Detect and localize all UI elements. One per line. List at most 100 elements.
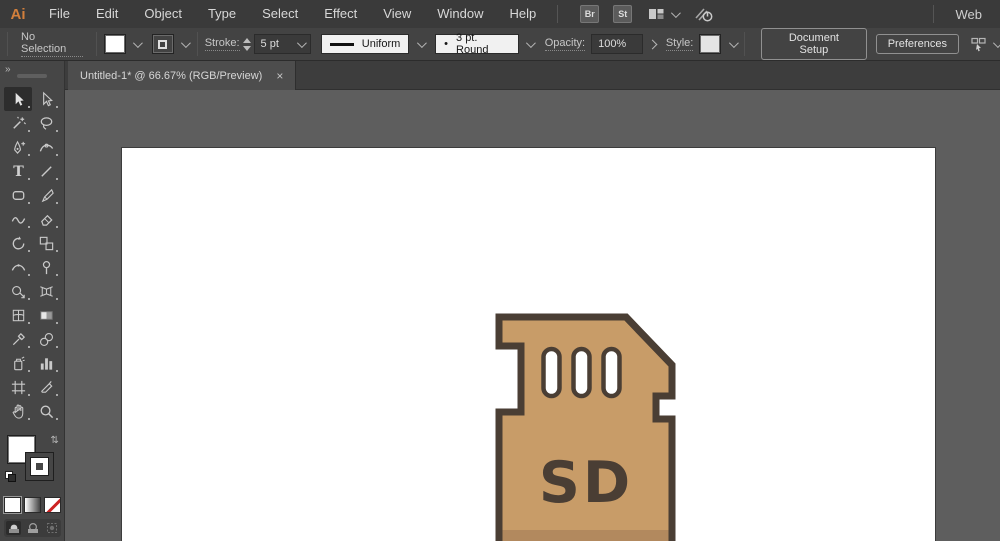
bridge-button[interactable]: Br <box>580 5 600 23</box>
workspace-switcher[interactable]: Web <box>925 5 1000 23</box>
stroke-weight-input[interactable]: 5 pt <box>253 34 312 54</box>
collapse-panel-button[interactable]: » <box>5 64 10 75</box>
direct-selection-tool[interactable] <box>32 87 60 111</box>
hand-tool[interactable] <box>4 399 32 423</box>
default-fill-stroke-icon[interactable] <box>5 471 17 483</box>
fill-color-swatch[interactable] <box>104 34 126 54</box>
selection-tool[interactable] <box>4 87 32 111</box>
menu-item-edit[interactable]: Edit <box>83 0 131 28</box>
stroke-weight-stepper[interactable] <box>242 34 251 54</box>
menu-item-file[interactable]: File <box>36 0 83 28</box>
brush-definition-chevron[interactable] <box>519 34 537 54</box>
chevron-down-icon <box>526 37 537 48</box>
mesh-tool[interactable] <box>4 303 32 327</box>
separator <box>557 5 559 23</box>
width-tool[interactable] <box>4 255 32 279</box>
stock-button[interactable]: St <box>613 5 633 23</box>
gradient-tool[interactable] <box>32 303 60 327</box>
tab-close-button[interactable]: × <box>276 70 283 82</box>
stroke-label[interactable]: Stroke: <box>204 37 240 51</box>
separator <box>7 32 8 56</box>
width-profile-dropdown[interactable]: Uniform <box>321 34 410 54</box>
opacity-arrow-icon[interactable] <box>647 39 658 49</box>
zoom-tool[interactable] <box>32 399 60 423</box>
style-label[interactable]: Style: <box>665 37 694 51</box>
opacity-label[interactable]: Opacity: <box>544 37 586 51</box>
draw-inside-button[interactable] <box>44 521 59 535</box>
stepper-down-icon[interactable] <box>242 45 251 51</box>
separator <box>96 32 98 56</box>
shape-builder-tool[interactable] <box>4 279 32 303</box>
canvas-pasteboard[interactable]: SD <box>66 90 1000 541</box>
stroke-color-control[interactable] <box>25 452 54 481</box>
sd-card-label: SD <box>539 450 633 516</box>
slice-tool[interactable] <box>32 375 60 399</box>
chevron-down-icon <box>728 37 739 48</box>
puppet-warp-tool[interactable] <box>32 255 60 279</box>
gradient-mode-button[interactable] <box>24 497 41 513</box>
opacity-input[interactable]: 100% <box>591 34 643 54</box>
selection-status: No Selection <box>21 31 84 57</box>
eraser-tool[interactable] <box>32 207 60 231</box>
width-profile-value: Uniform <box>361 38 401 50</box>
color-mode-button[interactable] <box>4 497 21 513</box>
panel-grip[interactable] <box>17 74 47 78</box>
draw-normal-button[interactable] <box>6 521 21 535</box>
paintbrush-tool[interactable] <box>32 183 60 207</box>
rotate-tool[interactable] <box>4 231 32 255</box>
gpu-performance-icon <box>695 7 713 21</box>
style-swatch[interactable] <box>699 34 722 54</box>
menu-item-view[interactable]: View <box>370 0 424 28</box>
eyedropper-tool[interactable] <box>4 327 32 351</box>
select-similar-button[interactable] <box>971 37 1000 52</box>
workspace-label[interactable]: Web <box>942 7 1000 22</box>
menu-item-help[interactable]: Help <box>496 0 549 28</box>
magic-wand-tool[interactable] <box>4 111 32 135</box>
tools-panel: » T ⇄ <box>0 61 65 541</box>
menu-item-select[interactable]: Select <box>249 0 311 28</box>
document-setup-button[interactable]: Document Setup <box>761 28 867 60</box>
menu-items: File Edit Object Type Select Effect View Window… <box>36 0 549 28</box>
draw-behind-button[interactable] <box>25 521 40 535</box>
scale-tool[interactable] <box>32 231 60 255</box>
menu-item-effect[interactable]: Effect <box>311 0 370 28</box>
swap-fill-stroke-icon[interactable]: ⇄ <box>48 435 59 443</box>
artboard-tool[interactable] <box>4 375 32 399</box>
none-mode-button[interactable] <box>44 497 61 513</box>
artboard[interactable]: SD <box>122 148 935 541</box>
separator <box>744 32 746 56</box>
preferences-button[interactable]: Preferences <box>875 34 960 54</box>
arrange-documents-button[interactable] <box>648 7 682 21</box>
menu-item-window[interactable]: Window <box>424 0 496 28</box>
chevron-down-icon <box>671 7 682 18</box>
blend-tool[interactable] <box>32 327 60 351</box>
symbol-sprayer-tool[interactable] <box>4 351 32 375</box>
stroke-indicator-icon <box>158 39 168 49</box>
shaper-tool[interactable] <box>4 207 32 231</box>
line-segment-tool[interactable] <box>32 159 60 183</box>
fill-color-dropdown[interactable] <box>126 34 144 54</box>
stroke-color-swatch[interactable] <box>151 34 174 54</box>
sd-card-artwork[interactable]: SD <box>486 306 686 541</box>
stepper-up-icon[interactable] <box>242 37 251 43</box>
stroke-color-dropdown[interactable] <box>174 34 192 54</box>
chevron-down-icon <box>992 37 1000 48</box>
menu-item-type[interactable]: Type <box>195 0 249 28</box>
control-bar: No Selection Stroke: 5 pt Uniform • 3 pt… <box>0 28 1000 61</box>
lasso-tool[interactable] <box>32 111 60 135</box>
pen-tool[interactable] <box>4 135 32 159</box>
brush-definition-value: 3 pt. Round <box>456 32 489 56</box>
style-dropdown[interactable] <box>721 34 739 54</box>
width-profile-chevron[interactable] <box>409 34 427 54</box>
rectangle-tool[interactable] <box>4 183 32 207</box>
draw-inside-icon <box>46 523 57 533</box>
gpu-performance-button[interactable] <box>694 6 714 23</box>
menu-item-object[interactable]: Object <box>131 0 195 28</box>
column-graph-tool[interactable] <box>32 351 60 375</box>
document-tab[interactable]: Untitled-1* @ 66.67% (RGB/Preview) × <box>68 61 297 90</box>
brush-definition-dropdown[interactable]: • 3 pt. Round <box>435 32 519 56</box>
perspective-grid-tool[interactable] <box>32 279 60 303</box>
chevron-down-icon <box>181 37 192 48</box>
curvature-tool[interactable] <box>32 135 60 159</box>
type-tool[interactable]: T <box>4 159 32 183</box>
